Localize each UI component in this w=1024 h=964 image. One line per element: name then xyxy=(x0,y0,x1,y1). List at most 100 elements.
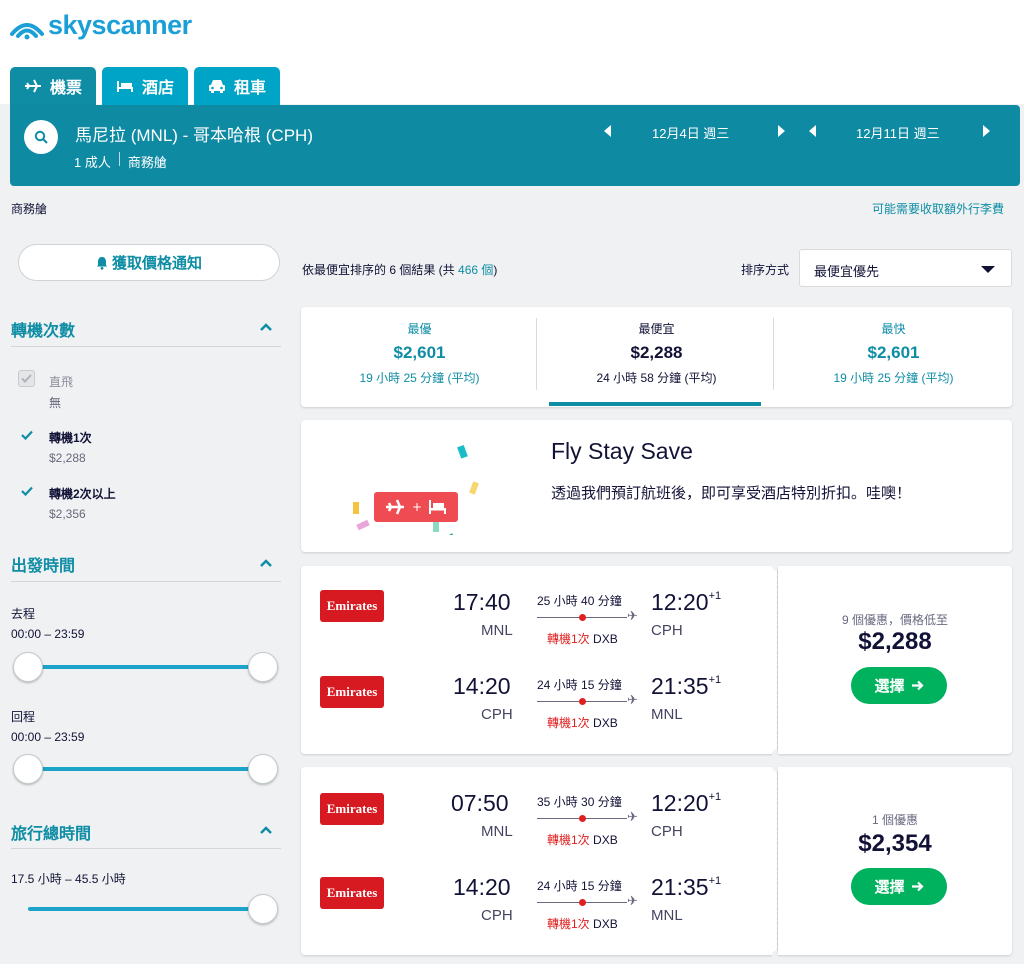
price-alert-label: 獲取價格通知 xyxy=(111,255,202,272)
flight-result-card[interactable]: Emirates 17:40 MNL 25 小時 40 分鐘 ✈ 轉機1次 DX… xyxy=(301,560,1012,760)
return-slider-track[interactable] xyxy=(28,767,264,771)
stops-two-plus-price: $2,356 xyxy=(49,507,86,521)
return-slider-max-handle[interactable] xyxy=(248,754,278,784)
deals-text: 9 個優惠，價格低至 xyxy=(841,613,948,627)
outbound-slider-max-handle[interactable] xyxy=(248,652,278,682)
outbound-slider-min-handle[interactable] xyxy=(13,652,43,682)
arrow-right-icon xyxy=(911,680,924,691)
passenger-cabin-info: 1 成人 商務艙 xyxy=(74,152,167,171)
flight-duration: 25 小時 40 分鐘 xyxy=(537,594,622,608)
car-icon xyxy=(209,80,226,93)
stop-info: 轉機1次 DXB xyxy=(547,833,618,847)
stop-dot xyxy=(579,698,586,705)
depart-time: 07:50 xyxy=(451,790,509,816)
tab-flights-label: 機票 xyxy=(50,80,83,97)
caret-down-icon xyxy=(981,266,995,273)
return-prev-arrow[interactable] xyxy=(809,125,816,137)
skyscanner-logo[interactable]: skyscanner xyxy=(10,10,192,41)
duration-slider-max-handle[interactable] xyxy=(248,894,278,924)
stops-filter-title[interactable]: 轉機次數 xyxy=(11,317,75,341)
sort-select[interactable]: 最便宜優先 xyxy=(799,249,1012,287)
outbound-slider-track[interactable] xyxy=(28,665,264,669)
cabin-class: 商務艙 xyxy=(127,155,167,170)
arrive-airport: CPH xyxy=(651,622,683,639)
depart-airport: CPH xyxy=(481,706,513,723)
top-bar: skyscanner 機票 酒店 租車 xyxy=(0,0,1024,105)
emirates-logo: Emirates xyxy=(320,877,384,909)
itinerary-panel[interactable]: Emirates 17:40 MNL 25 小時 40 分鐘 ✈ 轉機1次 DX… xyxy=(301,566,777,754)
price-panel: 9 個優惠，價格低至 $2,288 選擇 xyxy=(778,566,1012,754)
return-range: 00:00 – 23:59 xyxy=(11,730,85,744)
promo-title: Fly Stay Save xyxy=(551,438,693,464)
price-alert-button[interactable]: 獲取價格通知 xyxy=(18,244,280,281)
duration-slider-track[interactable] xyxy=(28,907,264,911)
chevron-up-icon[interactable] xyxy=(259,320,273,334)
result-total-link[interactable]: 466 個 xyxy=(458,263,493,277)
select-flight-button[interactable]: 選擇 xyxy=(851,667,947,704)
bed-icon xyxy=(117,81,134,92)
depart-date[interactable]: 12月4日 週三 xyxy=(652,123,729,142)
stop-dot xyxy=(579,899,586,906)
emirates-logo: Emirates xyxy=(320,793,384,825)
price-panel: 1 個優惠 $2,354 選擇 xyxy=(778,767,1012,955)
search-summary-bar[interactable]: 馬尼拉 (MNL) - 哥本哈根 (CPH) 1 成人 商務艙 12月4日 週三… xyxy=(10,105,1020,186)
tab-hotels[interactable]: 酒店 xyxy=(102,67,189,105)
check-icon xyxy=(21,374,32,383)
flight-duration: 24 小時 15 分鐘 xyxy=(537,678,622,692)
stops-direct-price: 無 xyxy=(49,396,62,410)
summary-cheapest[interactable]: 最便宜 $2,288 24 小時 58 分鐘 (平均) xyxy=(538,307,775,407)
bell-icon xyxy=(96,256,107,270)
tab-cars[interactable]: 租車 xyxy=(194,67,281,105)
search-button[interactable] xyxy=(24,120,58,154)
checkbox-one-stop[interactable] xyxy=(18,426,35,443)
depart-prev-arrow[interactable] xyxy=(604,125,611,137)
baggage-fee-link[interactable]: 可能需要收取額外行李費 xyxy=(872,200,1004,217)
depart-time: 14:20 xyxy=(453,673,511,699)
arrive-time: 21:35+1 xyxy=(651,673,722,699)
search-icon xyxy=(34,130,48,144)
emirates-logo: Emirates xyxy=(320,590,384,622)
stops-two-plus-label: 轉機2次以上 xyxy=(49,487,116,501)
plane-icon: ✈ xyxy=(627,608,638,623)
summary-fastest[interactable]: 最快 $2,601 19 小時 25 分鐘 (平均) xyxy=(775,307,1012,407)
stop-info: 轉機1次 DXB xyxy=(547,917,618,931)
checkbox-two-plus-stops[interactable] xyxy=(18,482,35,499)
tab-flights[interactable]: 機票 xyxy=(10,67,97,105)
flight-duration: 24 小時 15 分鐘 xyxy=(537,879,622,893)
arrive-time: 12:20+1 xyxy=(651,589,722,615)
stop-info: 轉機1次 DXB xyxy=(547,716,618,730)
times-filter-title[interactable]: 出發時間 xyxy=(11,552,75,576)
flight-result-card[interactable]: Emirates 07:50 MNL 35 小時 30 分鐘 ✈ 轉機1次 DX… xyxy=(301,761,1012,961)
stops-direct-label: 直飛 xyxy=(49,375,74,389)
return-date[interactable]: 12月11日 週三 xyxy=(856,123,940,142)
emirates-logo: Emirates xyxy=(320,676,384,708)
depart-next-arrow[interactable] xyxy=(778,125,785,137)
flight-duration: 35 小時 30 分鐘 xyxy=(537,795,622,809)
sort-label: 排序方式 xyxy=(741,263,790,277)
result-count: 依最便宜排序的 6 個結果 (共 466 個) xyxy=(302,263,498,277)
flight-price: $2,354 xyxy=(858,830,932,857)
arrive-time: 21:35+1 xyxy=(651,874,722,900)
duration-filter-title[interactable]: 旅行總時間 xyxy=(11,820,91,844)
flight-hotel-promo-icon: + xyxy=(353,444,479,535)
summary-best[interactable]: 最優 $2,601 19 小時 25 分鐘 (平均) xyxy=(301,307,538,407)
outbound-label: 去程 xyxy=(11,607,36,621)
brand-name: skyscanner xyxy=(48,10,192,40)
fly-stay-save-banner[interactable]: + Fly Stay Save 透過我們預訂航班後，即可享受酒店特別折扣。哇噢！ xyxy=(301,420,1012,552)
outbound-range: 00:00 – 23:59 xyxy=(11,627,85,641)
tab-hotels-label: 酒店 xyxy=(142,80,175,97)
checkbox-direct[interactable] xyxy=(18,370,35,387)
arrive-time: 12:20+1 xyxy=(651,790,722,816)
svg-text:+: + xyxy=(412,500,422,514)
return-next-arrow[interactable] xyxy=(983,125,990,137)
itinerary-panel[interactable]: Emirates 07:50 MNL 35 小時 30 分鐘 ✈ 轉機1次 DX… xyxy=(301,767,777,955)
plane-icon: ✈ xyxy=(627,692,638,707)
plane-icon: ✈ xyxy=(627,809,638,824)
return-slider-min-handle[interactable] xyxy=(13,754,43,784)
select-flight-button[interactable]: 選擇 xyxy=(851,868,947,905)
tab-cars-label: 租車 xyxy=(234,80,267,97)
chevron-up-icon[interactable] xyxy=(259,556,273,570)
chevron-up-icon[interactable] xyxy=(259,823,273,837)
arrive-airport: MNL xyxy=(651,706,683,723)
depart-airport: MNL xyxy=(481,823,513,840)
